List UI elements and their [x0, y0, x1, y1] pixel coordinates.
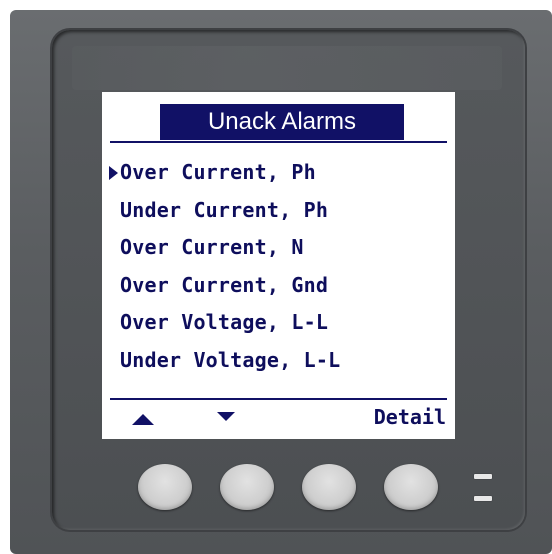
detail-softkey[interactable]: Detail: [374, 402, 446, 432]
bezel-top-strip: [72, 46, 502, 90]
status-led-1: [474, 474, 492, 479]
alarm-label: Over Current, N: [120, 235, 304, 259]
alarm-item-over-current-ph[interactable]: Over Current, Ph: [109, 154, 340, 192]
selection-pointer-icon: [109, 166, 118, 180]
hardware-button-2[interactable]: [220, 464, 274, 510]
alarm-label: Under Current, Ph: [120, 197, 329, 222]
alarm-item-under-voltage-ll[interactable]: Under Voltage, L-L: [110, 342, 340, 380]
hardware-button-3[interactable]: [302, 464, 356, 510]
alarm-label: Over Current, Gnd: [120, 272, 329, 297]
alarm-item-over-voltage-ll[interactable]: Over Voltage, L-L: [110, 304, 340, 342]
alarm-item-over-current-gnd[interactable]: Over Current, Gnd: [110, 267, 340, 305]
lcd-screen: Unack Alarms Over Current, Ph Under Curr…: [102, 92, 455, 439]
title-divider: [110, 141, 447, 143]
alarm-label: Under Voltage, L-L: [120, 347, 341, 372]
hardware-button-4[interactable]: [384, 464, 438, 510]
triangle-up-icon[interactable]: [132, 414, 154, 425]
status-led-2: [474, 496, 492, 501]
alarm-item-under-current-ph[interactable]: Under Current, Ph: [110, 192, 340, 230]
triangle-down-icon[interactable]: [217, 412, 235, 421]
alarm-label: Over Voltage, L-L: [120, 310, 329, 334]
screen-title: Unack Alarms: [160, 104, 404, 140]
softkey-divider: [110, 398, 447, 400]
alarm-list: Over Current, Ph Under Current, Ph Over …: [109, 154, 340, 380]
alarm-item-over-current-n[interactable]: Over Current, N: [110, 229, 340, 267]
alarm-label: Over Current, Ph: [120, 160, 316, 184]
hardware-button-1[interactable]: [138, 464, 192, 510]
